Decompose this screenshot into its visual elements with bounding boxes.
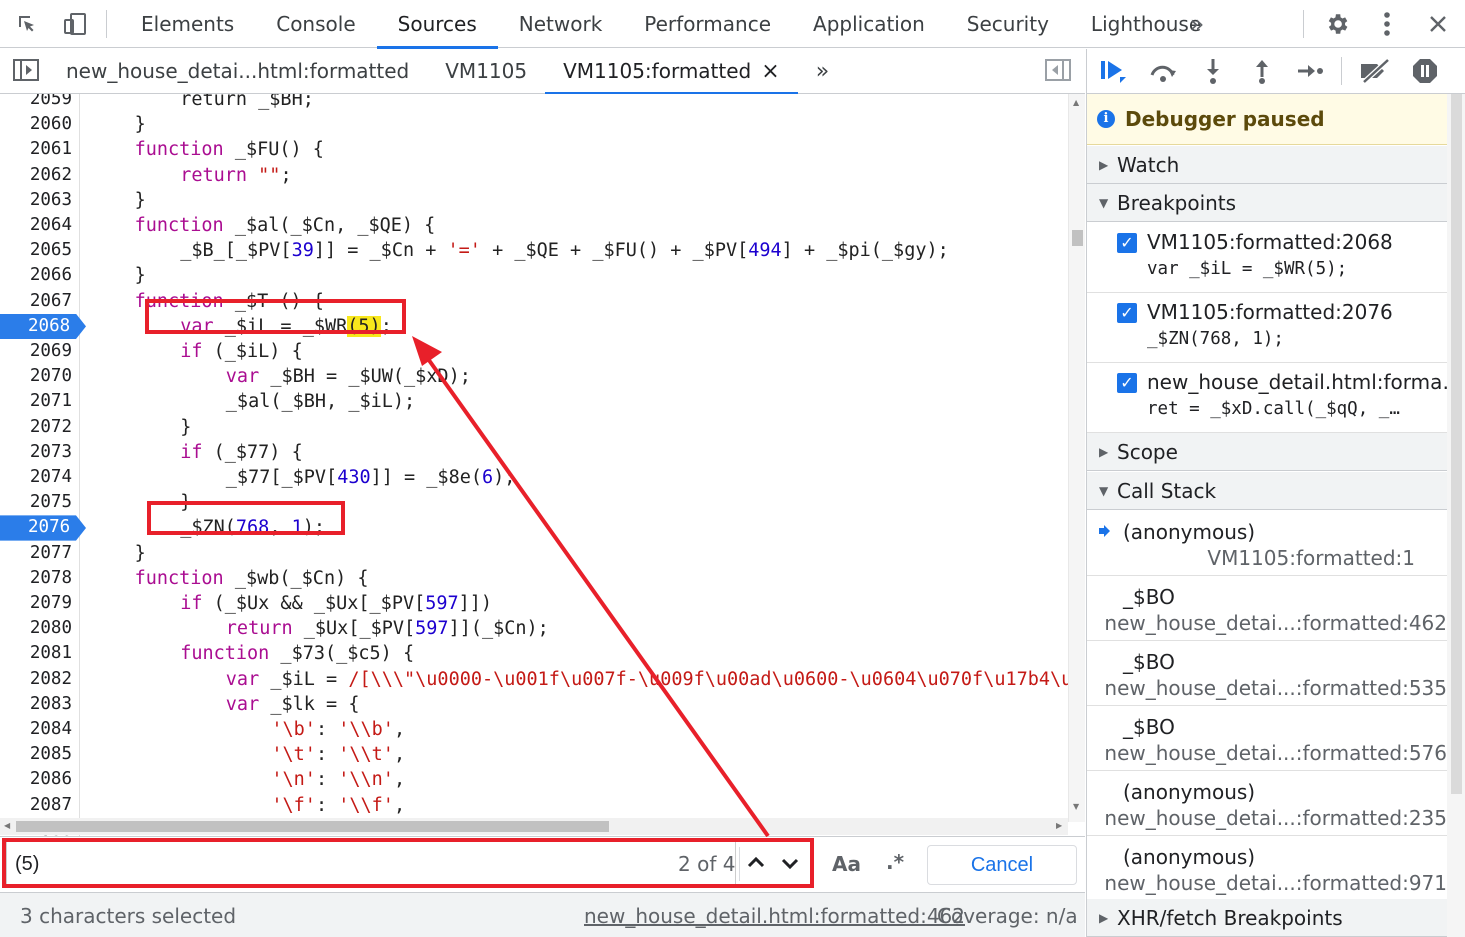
annotation-arrow [412,336,770,838]
